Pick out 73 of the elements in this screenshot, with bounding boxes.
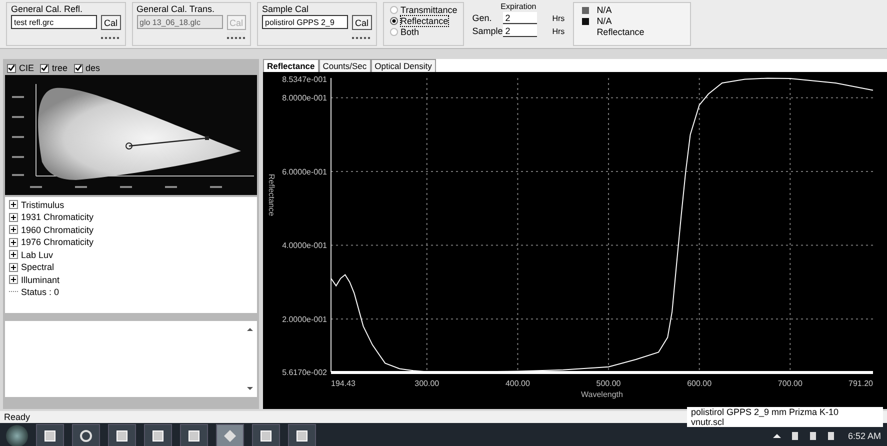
browse-button[interactable]: [352, 32, 370, 39]
tab[interactable]: Reflectance: [263, 59, 319, 72]
radio-button[interactable]: [390, 6, 398, 14]
tree-item[interactable]: Illuminant: [21, 274, 60, 285]
checkbox-label[interactable]: CIE: [19, 63, 34, 73]
expiration-field[interactable]: 2: [503, 25, 538, 37]
legend-label: Reflectance: [596, 27, 644, 37]
clock[interactable]: 6:52 AM: [848, 431, 881, 441]
axis-tick-label: 8.5347e-001: [282, 75, 327, 84]
group-title: General Cal. Refl.: [11, 4, 84, 14]
checkbox[interactable]: [7, 64, 16, 72]
tree-item[interactable]: Status : 0: [21, 287, 60, 298]
expand-icon[interactable]: [9, 225, 18, 234]
cal-button[interactable]: Cal: [352, 15, 372, 30]
radio-button[interactable]: [390, 28, 398, 36]
axis-tick-label: 8.0000e-001: [282, 94, 327, 103]
unit-label: Hrs: [552, 14, 565, 22]
legend-label: N/A: [596, 5, 612, 15]
axis-tick-label: 400.00: [505, 379, 530, 388]
expand-icon[interactable]: [9, 262, 18, 272]
tab[interactable]: Optical Density: [370, 59, 436, 72]
expiration-label: Sample: [472, 26, 500, 36]
axis-tick-label: 6.0000e-001: [282, 167, 327, 176]
axis-tick-label: 300.00: [414, 379, 440, 388]
calibration-file-field[interactable]: test refl.grc: [11, 15, 97, 29]
browse-button[interactable]: [226, 32, 245, 39]
axis-tick-label: 791.20: [848, 379, 873, 388]
tree-item[interactable]: Spectral: [21, 262, 54, 272]
tree-connector-icon: [9, 291, 18, 294]
axis-title: Reflectance: [267, 174, 276, 216]
tree-item[interactable]: 1976 Chromaticity: [21, 237, 94, 248]
browse-button[interactable]: [101, 32, 119, 39]
expand-icon[interactable]: [9, 238, 18, 247]
axis-tick-label: 700.00: [778, 379, 802, 388]
axis-tick-label: 194.43: [331, 379, 356, 388]
expand-icon[interactable]: [9, 275, 18, 284]
axis-tick-label: 4.0000e-001: [282, 241, 327, 250]
expiration-label: Gen.: [472, 13, 493, 23]
start-button[interactable]: [6, 425, 28, 446]
tree-item[interactable]: Lab Luv: [21, 250, 54, 260]
axis-tick-label: 600.00: [687, 379, 712, 388]
status-text: Ready: [4, 412, 30, 422]
group-title: General Cal. Trans.: [136, 4, 216, 14]
browser-icon[interactable]: [72, 424, 100, 446]
expand-icon[interactable]: [9, 200, 18, 210]
checkbox[interactable]: [74, 64, 83, 72]
axis-tick-label: 500.00: [596, 379, 621, 388]
expiration-field[interactable]: 2: [503, 12, 538, 24]
checkbox-label[interactable]: tree: [52, 63, 68, 73]
axis-tick-label: 2.0000e-001: [282, 314, 327, 324]
radio-label[interactable]: Reflectance: [400, 16, 448, 26]
expand-icon[interactable]: [9, 212, 18, 222]
file-name: polistirol GPPS 2_9 mm Prizma K-10 vnutr.scl: [687, 407, 883, 427]
up-arrow-icon[interactable]: [772, 431, 782, 441]
description-field[interactable]: [5, 321, 257, 397]
tree-item[interactable]: 1960 Chromaticity: [21, 224, 94, 235]
axis-title: Wavelength: [581, 390, 623, 399]
axis-tick-label: 5.6170e-002: [282, 368, 327, 377]
cal-button[interactable]: Cal: [101, 15, 121, 30]
calibration-file-field[interactable]: polistirol GPPS 2_9: [262, 15, 348, 29]
tab[interactable]: Counts/Sec: [318, 59, 371, 72]
radio-label[interactable]: Both: [400, 27, 420, 37]
unit-label: Hrs: [552, 26, 565, 36]
tree-item[interactable]: 1931 Chromaticity: [21, 212, 94, 222]
expiration-title: Expiration: [500, 2, 536, 11]
radio-button[interactable]: [390, 17, 398, 25]
radio-label[interactable]: Transmittance: [400, 5, 458, 15]
checkbox[interactable]: [40, 64, 50, 72]
legend-label: N/A: [596, 16, 612, 26]
expand-icon[interactable]: [9, 250, 18, 260]
group-title: Sample Cal: [262, 4, 310, 14]
tree-item[interactable]: Tristimulus: [21, 200, 64, 210]
checkbox-label[interactable]: des: [86, 63, 100, 73]
